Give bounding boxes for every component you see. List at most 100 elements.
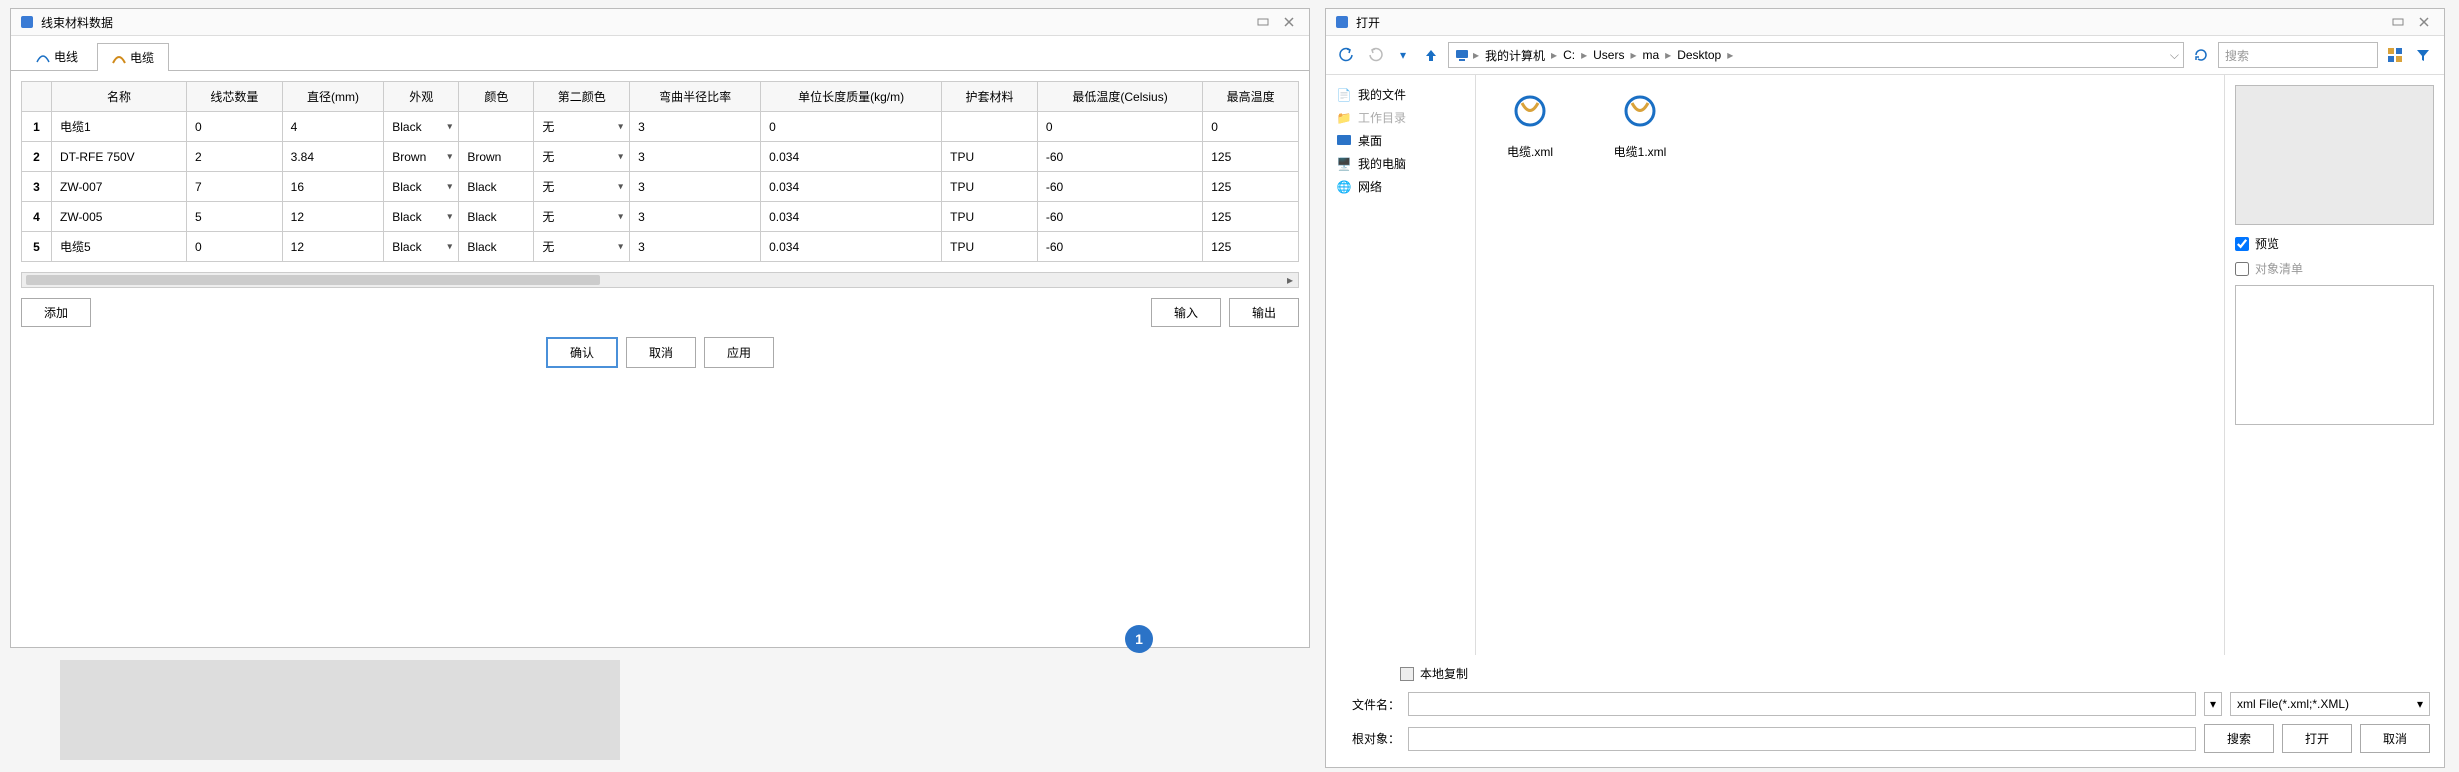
cell-mass[interactable]: 0.034 (761, 142, 942, 172)
cell-diameter[interactable]: 16 (282, 172, 384, 202)
refresh-icon[interactable] (2190, 44, 2212, 66)
cell-mass[interactable]: 0 (761, 112, 942, 142)
add-button[interactable]: 添加 (21, 298, 91, 327)
cell-bend[interactable]: 3 (630, 232, 761, 262)
cancel-button[interactable]: 取消 (626, 337, 696, 368)
cell-tmax[interactable]: 0 (1203, 112, 1299, 142)
cell-appearance-dropdown[interactable]: Black (384, 172, 459, 202)
close-icon[interactable] (1277, 13, 1301, 31)
cell-cores[interactable]: 5 (186, 202, 282, 232)
cell-appearance-dropdown[interactable]: Black (384, 232, 459, 262)
cell-tmin[interactable]: -60 (1037, 232, 1202, 262)
cell-jacket[interactable]: TPU (942, 232, 1038, 262)
table-row[interactable]: 2DT-RFE 750V23.84BrownBrown无30.034TPU-60… (22, 142, 1299, 172)
chevron-down-icon[interactable]: ▾ (2204, 692, 2222, 716)
cell-mass[interactable]: 0.034 (761, 172, 942, 202)
file-item[interactable]: 电缆.xml (1490, 89, 1570, 160)
cell-cores[interactable]: 0 (186, 112, 282, 142)
cell-color[interactable] (459, 112, 534, 142)
tree-mycomputer[interactable]: 🖥️我的电脑 (1334, 152, 1467, 175)
cell-mass[interactable]: 0.034 (761, 202, 942, 232)
recent-dropdown-icon[interactable]: ▾ (1392, 44, 1414, 66)
objectlist-checkbox[interactable]: 对象清单 (2235, 260, 2434, 277)
localcopy-checkbox[interactable] (1400, 667, 1414, 681)
file-item[interactable]: 电缆1.xml (1600, 89, 1680, 160)
cell-appearance-dropdown[interactable]: Black (384, 112, 459, 142)
search-button[interactable]: 搜索 (2204, 724, 2274, 753)
cell-color2-dropdown[interactable]: 无 (534, 142, 630, 172)
cell-name[interactable]: ZW-007 (52, 172, 187, 202)
table-row[interactable]: 4ZW-005512BlackBlack无30.034TPU-60125 (22, 202, 1299, 232)
cell-tmin[interactable]: -60 (1037, 202, 1202, 232)
cell-diameter[interactable]: 4 (282, 112, 384, 142)
cell-color[interactable]: Black (459, 232, 534, 262)
tab-cable[interactable]: 电缆 (97, 43, 169, 71)
open-button[interactable]: 打开 (2282, 724, 2352, 753)
minimize-icon[interactable] (2386, 13, 2410, 31)
objectlist-checkbox-input[interactable] (2235, 262, 2249, 276)
cell-cores[interactable]: 0 (186, 232, 282, 262)
search-input[interactable]: 搜索 (2218, 42, 2378, 68)
cell-color2-dropdown[interactable]: 无 (534, 232, 630, 262)
crumb-ma[interactable]: ma (1638, 48, 1663, 62)
back-icon[interactable] (1336, 44, 1358, 66)
view-icon[interactable] (2384, 44, 2406, 66)
table-row[interactable]: 3ZW-007716BlackBlack无30.034TPU-60125 (22, 172, 1299, 202)
import-button[interactable]: 输入 (1151, 298, 1221, 327)
cell-name[interactable]: DT-RFE 750V (52, 142, 187, 172)
cell-cores[interactable]: 2 (186, 142, 282, 172)
ok-button[interactable]: 确认 (546, 337, 618, 368)
minimize-icon[interactable] (1251, 13, 1275, 31)
cell-cores[interactable]: 7 (186, 172, 282, 202)
cell-tmax[interactable]: 125 (1203, 172, 1299, 202)
tab-wire[interactable]: 电线 (21, 42, 93, 70)
cell-diameter[interactable]: 12 (282, 202, 384, 232)
cell-jacket[interactable]: TPU (942, 172, 1038, 202)
cell-tmin[interactable]: -60 (1037, 172, 1202, 202)
cell-tmax[interactable]: 125 (1203, 232, 1299, 262)
scroll-right-arrow-icon[interactable]: ▸ (1282, 273, 1298, 287)
filter-icon[interactable] (2412, 44, 2434, 66)
up-icon[interactable] (1420, 44, 1442, 66)
scroll-thumb[interactable] (26, 275, 600, 285)
crumb-desktop[interactable]: Desktop (1673, 48, 1725, 62)
apply-button[interactable]: 应用 (704, 337, 774, 368)
cell-jacket[interactable]: TPU (942, 202, 1038, 232)
tree-workdir[interactable]: 📁工作目录 (1334, 106, 1467, 129)
tree-myfiles[interactable]: 📄我的文件 (1334, 83, 1467, 106)
cell-color[interactable]: Black (459, 172, 534, 202)
cell-diameter[interactable]: 12 (282, 232, 384, 262)
cell-jacket[interactable]: TPU (942, 142, 1038, 172)
breadcrumb-bar[interactable]: ▸ 我的计算机 ▸ C: ▸ Users ▸ ma ▸ Desktop ▸ ⌵ (1448, 42, 2184, 68)
cell-color2-dropdown[interactable]: 无 (534, 112, 630, 142)
cell-appearance-dropdown[interactable]: Black (384, 202, 459, 232)
tree-network[interactable]: 🌐网络 (1334, 175, 1467, 198)
cell-bend[interactable]: 3 (630, 172, 761, 202)
open-cancel-button[interactable]: 取消 (2360, 724, 2430, 753)
cell-bend[interactable]: 3 (630, 142, 761, 172)
filetype-combo[interactable]: xml File(*.xml;*.XML)▾ (2230, 692, 2430, 716)
crumb-mycomputer[interactable]: 我的计算机 (1481, 47, 1549, 64)
cell-tmin[interactable]: 0 (1037, 112, 1202, 142)
cell-color2-dropdown[interactable]: 无 (534, 202, 630, 232)
crumb-users[interactable]: Users (1589, 48, 1628, 62)
preview-checkbox-input[interactable] (2235, 237, 2249, 251)
cell-color2-dropdown[interactable]: 无 (534, 172, 630, 202)
cell-tmin[interactable]: -60 (1037, 142, 1202, 172)
cell-name[interactable]: 电缆5 (52, 232, 187, 262)
cell-appearance-dropdown[interactable]: Brown (384, 142, 459, 172)
cell-bend[interactable]: 3 (630, 112, 761, 142)
cell-jacket[interactable] (942, 112, 1038, 142)
close-icon[interactable] (2412, 13, 2436, 31)
crumb-c[interactable]: C: (1559, 48, 1579, 62)
tree-desktop[interactable]: 桌面 (1334, 129, 1467, 152)
export-button[interactable]: 输出 (1229, 298, 1299, 327)
cell-color[interactable]: Black (459, 202, 534, 232)
cell-color[interactable]: Brown (459, 142, 534, 172)
cell-name[interactable]: 电缆1 (52, 112, 187, 142)
table-row[interactable]: 1电缆104Black无3000 (22, 112, 1299, 142)
filename-input[interactable] (1408, 692, 2196, 716)
chevron-down-icon[interactable]: ⌵ (2170, 48, 2179, 63)
cell-diameter[interactable]: 3.84 (282, 142, 384, 172)
cell-name[interactable]: ZW-005 (52, 202, 187, 232)
